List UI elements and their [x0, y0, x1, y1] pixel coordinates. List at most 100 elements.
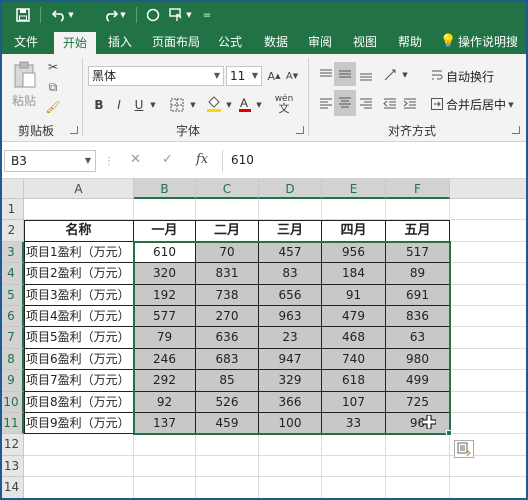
customize-qat-icon[interactable]: = [196, 4, 218, 26]
column-header[interactable]: F [386, 179, 450, 199]
insert-function-icon[interactable]: fx [196, 152, 208, 167]
borders-icon[interactable] [166, 94, 188, 116]
cell[interactable] [322, 199, 386, 221]
tab-data[interactable]: 数据 [256, 30, 296, 54]
cell[interactable] [259, 455, 322, 478]
borders-dropdown-icon[interactable]: ▼ [188, 94, 198, 116]
formula-input[interactable]: 610 [222, 150, 528, 172]
tab-formulas[interactable]: 公式 [210, 30, 250, 54]
data-cell[interactable]: 270 [196, 306, 259, 328]
name-box[interactable]: B3 ▼ [4, 150, 96, 172]
table-header-cell[interactable]: 二月 [196, 220, 259, 242]
data-cell[interactable]: 33 [322, 413, 386, 435]
underline-dropdown-icon[interactable]: ▼ [148, 94, 158, 116]
orientation-icon[interactable] [380, 64, 400, 86]
save-icon[interactable] [12, 4, 34, 26]
row-header[interactable]: 1 [0, 199, 24, 221]
cell[interactable] [24, 455, 134, 478]
align-center-icon[interactable] [334, 90, 356, 116]
redo-dropdown-icon[interactable]: ▼ [118, 4, 128, 26]
cut-icon[interactable]: ✂ [44, 58, 62, 76]
orientation-dropdown-icon[interactable]: ▼ [400, 64, 410, 86]
cell[interactable] [450, 285, 528, 306]
column-header[interactable]: A [24, 179, 134, 199]
align-middle-icon[interactable] [334, 62, 356, 86]
cell[interactable] [24, 477, 134, 499]
data-cell[interactable]: 70 [196, 241, 259, 264]
row-label-cell[interactable]: 项目5盈利（万元） [24, 327, 134, 349]
cell[interactable] [450, 413, 528, 435]
align-right-icon[interactable] [356, 92, 376, 116]
cell[interactable] [259, 477, 322, 499]
row-label-cell[interactable]: 项目8盈利（万元） [24, 391, 134, 413]
merge-center-icon[interactable] [430, 92, 444, 116]
cell[interactable] [450, 263, 528, 285]
font-color-dropdown-icon[interactable]: ▼ [254, 94, 264, 116]
data-cell[interactable]: 137 [134, 413, 196, 435]
bold-button[interactable]: B [90, 94, 108, 116]
cell[interactable] [259, 199, 322, 221]
row-label-cell[interactable]: 项目6盈利（万元） [24, 348, 134, 371]
data-cell[interactable]: 192 [134, 284, 196, 306]
phonetic-guide-icon[interactable]: wén 文 [272, 90, 296, 118]
data-cell[interactable]: 83 [259, 263, 322, 285]
data-cell[interactable]: 96 [386, 413, 450, 435]
cell[interactable] [386, 455, 450, 478]
wrap-text-button[interactable]: 自动换行 [446, 68, 494, 85]
data-cell[interactable]: 691 [386, 284, 450, 306]
column-header[interactable]: B [134, 179, 196, 199]
font-launcher-icon[interactable] [296, 126, 304, 134]
format-painter-icon[interactable]: 🖌 [44, 98, 62, 116]
row-header[interactable]: 14 [0, 477, 24, 499]
cell[interactable] [196, 477, 259, 499]
font-color-icon[interactable]: A [236, 92, 254, 116]
row-label-cell[interactable]: 项目3盈利（万元） [24, 284, 134, 306]
align-top-icon[interactable] [316, 64, 336, 86]
tab-view[interactable]: 视图 [345, 30, 385, 54]
row-label-cell[interactable]: 项目2盈利（万元） [24, 263, 134, 285]
alignment-launcher-icon[interactable] [512, 126, 520, 134]
data-cell[interactable]: 618 [322, 370, 386, 392]
column-header[interactable]: D [259, 179, 322, 199]
cell[interactable] [134, 199, 196, 221]
italic-button[interactable]: I [110, 94, 128, 116]
data-cell[interactable]: 23 [259, 327, 322, 349]
tab-home[interactable]: 开始 [54, 32, 96, 54]
data-cell[interactable]: 636 [196, 327, 259, 349]
data-cell[interactable]: 836 [386, 306, 450, 328]
data-cell[interactable]: 100 [259, 413, 322, 435]
data-cell[interactable]: 292 [134, 370, 196, 392]
row-header[interactable]: 8 [0, 348, 24, 371]
fill-handle[interactable] [446, 430, 452, 437]
data-cell[interactable]: 683 [196, 348, 259, 371]
row-header[interactable]: 5 [0, 284, 24, 306]
row-header[interactable]: 6 [0, 306, 24, 328]
cell[interactable] [24, 434, 134, 456]
tab-file[interactable]: 文件 [6, 30, 46, 54]
data-cell[interactable]: 956 [322, 241, 386, 264]
font-size-select[interactable]: 11 ▼ [226, 66, 262, 86]
tab-review[interactable]: 审阅 [300, 30, 340, 54]
font-name-select[interactable]: 黑体 ▼ [88, 66, 224, 86]
cell[interactable] [386, 434, 450, 456]
data-cell[interactable]: 947 [259, 348, 322, 371]
select-all-corner[interactable] [0, 179, 24, 199]
data-cell[interactable]: 656 [259, 284, 322, 306]
data-cell[interactable]: 468 [322, 327, 386, 349]
column-header[interactable]: E [322, 179, 386, 199]
merge-center-button[interactable]: 合并后居中 [446, 96, 506, 113]
quick-analysis-icon[interactable] [454, 440, 474, 459]
increase-indent-icon[interactable] [400, 92, 420, 116]
data-cell[interactable]: 499 [386, 370, 450, 392]
cancel-icon[interactable]: ✕ [130, 152, 141, 167]
cell[interactable] [259, 434, 322, 456]
cell[interactable] [450, 242, 528, 264]
cell[interactable] [450, 349, 528, 371]
cell[interactable] [322, 455, 386, 478]
cell[interactable] [386, 477, 450, 499]
wrap-text-icon[interactable] [430, 64, 444, 86]
tab-help[interactable]: 帮助 [390, 30, 430, 54]
cell[interactable] [386, 199, 450, 221]
data-cell[interactable]: 107 [322, 391, 386, 413]
row-label-cell[interactable]: 项目4盈利（万元） [24, 306, 134, 328]
